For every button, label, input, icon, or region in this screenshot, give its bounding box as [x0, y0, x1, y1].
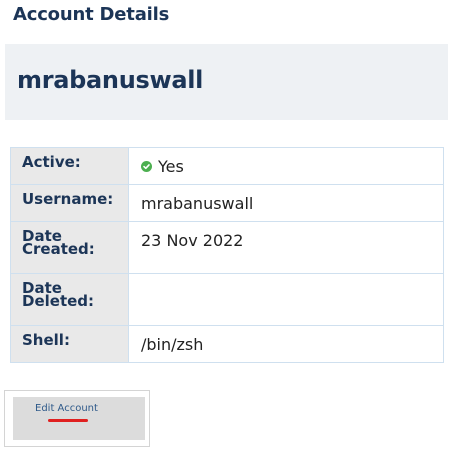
date-deleted-label: Date Deleted:: [10, 273, 129, 326]
account-name-panel: mrabanuswall: [5, 44, 448, 120]
details-row-date-deleted: Date Deleted:: [10, 273, 444, 326]
username-label: Username:: [10, 184, 129, 222]
date-created-value: 23 Nov 2022: [128, 221, 444, 274]
highlight-underline: [48, 419, 88, 422]
date-created-label: Date Created:: [10, 221, 129, 274]
shell-value: /bin/zsh: [128, 325, 444, 363]
active-status: Yes: [141, 158, 184, 175]
shell-label: Shell:: [10, 325, 129, 363]
active-value-cell: Yes: [128, 147, 444, 185]
active-value: Yes: [158, 157, 184, 176]
username-value: mrabanuswall: [128, 184, 444, 222]
edit-account-button-frame: Edit Account: [4, 390, 150, 447]
active-label: Active:: [10, 147, 129, 185]
page-heading: Account Details: [13, 4, 170, 25]
date-deleted-value: [128, 273, 444, 326]
account-name-title: mrabanuswall: [17, 66, 204, 94]
details-row-shell: Shell: /bin/zsh: [10, 325, 444, 363]
date-deleted-label-line2: Deleted:: [22, 292, 95, 310]
details-row-username: Username: mrabanuswall: [10, 184, 444, 222]
account-details-table: Active: Yes Username: mrabanuswall Date …: [10, 147, 444, 363]
edit-account-label: Edit Account: [35, 403, 98, 414]
details-row-active: Active: Yes: [10, 147, 444, 185]
check-circle-icon: [141, 161, 152, 172]
edit-account-button[interactable]: Edit Account: [13, 397, 145, 440]
date-created-label-line2: Created:: [22, 240, 95, 258]
details-row-date-created: Date Created: 23 Nov 2022: [10, 221, 444, 274]
